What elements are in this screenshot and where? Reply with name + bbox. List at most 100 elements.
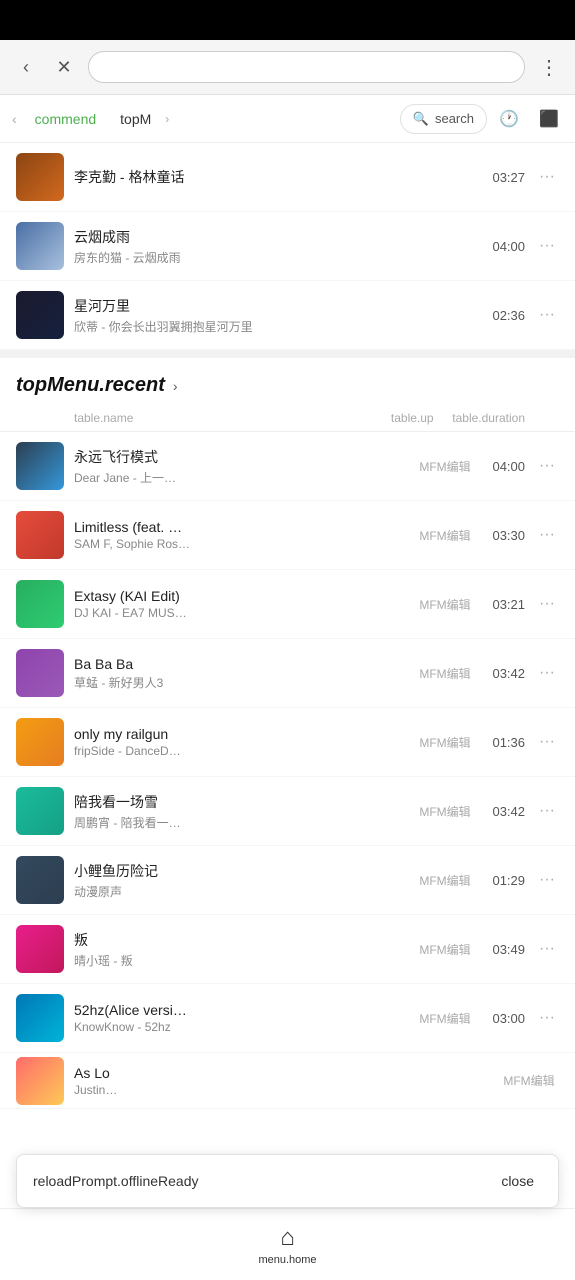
search-icon: 🔍 bbox=[413, 111, 429, 127]
recent-song-item[interactable]: 52hz(Alice versi… KnowKnow - 52hz MFM编辑 … bbox=[0, 984, 575, 1053]
recent-song-item[interactable]: 永远飞行模式 Dear Jane - 上一… MFM编辑 04:00 ··· bbox=[0, 432, 575, 501]
song-info: Extasy (KAI Edit) DJ KAI - EA7 MUS… bbox=[74, 588, 405, 620]
section-divider bbox=[0, 350, 575, 358]
tab-chevron-left: ‹ bbox=[8, 111, 21, 127]
song-info: 小鲤鱼历险记 动漫原声 bbox=[74, 861, 405, 900]
top-song-item[interactable]: 云烟成雨 房东的猫 - 云烟成雨 04:00 ··· bbox=[0, 212, 575, 281]
recent-song-item[interactable]: 小鲤鱼历险记 动漫原声 MFM编辑 01:29 ··· bbox=[0, 846, 575, 915]
song-artist: KnowKnow - 52hz bbox=[74, 1020, 405, 1034]
song-thumbnail bbox=[16, 856, 64, 904]
song-title: Limitless (feat. … bbox=[74, 519, 405, 535]
song-more-button[interactable]: ··· bbox=[535, 733, 559, 751]
song-info: Ba Ba Ba 草蜢 - 新好男人3 bbox=[74, 656, 405, 691]
song-thumbnail bbox=[16, 718, 64, 766]
recent-header: topMenu.recent › bbox=[0, 358, 575, 405]
browser-chrome: ‹ ✕ bbox=[0, 40, 575, 95]
recent-song-item[interactable]: Limitless (feat. … SAM F, Sophie Ros… MF… bbox=[0, 501, 575, 570]
recent-song-item[interactable]: only my railgun fripSide - DanceD… MFM编辑… bbox=[0, 708, 575, 777]
song-uploader: MFM编辑 bbox=[415, 803, 475, 820]
top-songs-section: 李克勤 - 格林童话 03:27 ··· 云烟成雨 房东的猫 - 云烟成雨 04… bbox=[0, 143, 575, 350]
recent-arrow[interactable]: › bbox=[173, 378, 178, 394]
song-title: 叛 bbox=[74, 930, 405, 950]
top-song-item[interactable]: 李克勤 - 格林童话 03:27 ··· bbox=[0, 143, 575, 212]
song-duration: 02:36 bbox=[485, 308, 525, 323]
song-more-button[interactable]: ··· bbox=[535, 237, 559, 255]
recent-song-item[interactable]: 叛 晴小瑶 - 叛 MFM编辑 03:49 ··· bbox=[0, 915, 575, 984]
song-more-button[interactable]: ··· bbox=[535, 871, 559, 889]
song-thumbnail bbox=[16, 580, 64, 628]
song-info: 叛 晴小瑶 - 叛 bbox=[74, 930, 405, 969]
song-thumbnail bbox=[16, 994, 64, 1042]
recent-song-item[interactable]: Extasy (KAI Edit) DJ KAI - EA7 MUS… MFM编… bbox=[0, 570, 575, 639]
song-title: Ba Ba Ba bbox=[74, 656, 405, 672]
song-title: 陪我看一场雪 bbox=[74, 792, 405, 812]
table-header: table.name table.up table.duration bbox=[0, 405, 575, 432]
song-duration: 01:29 bbox=[485, 873, 525, 888]
song-title: 星河万里 bbox=[74, 296, 475, 316]
song-uploader: MFM编辑 bbox=[499, 1072, 559, 1089]
song-info: Limitless (feat. … SAM F, Sophie Ros… bbox=[74, 519, 405, 551]
offline-toast: reloadPrompt.offlineReady close bbox=[16, 1154, 559, 1208]
tab-bar: ‹ commend topM › 🔍 search 🕐 ⬛ bbox=[0, 95, 575, 143]
history-icon-button[interactable]: 🕐 bbox=[491, 101, 527, 137]
back-button[interactable]: ‹ bbox=[12, 53, 40, 81]
th-duration: table.duration bbox=[452, 411, 525, 425]
song-artist: fripSide - DanceD… bbox=[74, 744, 405, 758]
song-uploader: MFM编辑 bbox=[415, 734, 475, 751]
song-uploader: MFM编辑 bbox=[415, 941, 475, 958]
recent-song-item[interactable]: As Lo Justin… MFM编辑 bbox=[0, 1053, 575, 1109]
song-artist: 周鹏宵 - 陪我看一… bbox=[74, 814, 405, 831]
browser-menu-button[interactable] bbox=[535, 53, 563, 81]
top-song-item[interactable]: 星河万里 欣蒂 - 你会长出羽翼拥抱星河万里 02:36 ··· bbox=[0, 281, 575, 350]
tab-arrow-right: › bbox=[165, 112, 169, 126]
home-label: menu.home bbox=[258, 1254, 316, 1266]
home-icon: ⌂ bbox=[280, 1224, 295, 1252]
song-more-button[interactable]: ··· bbox=[535, 802, 559, 820]
song-thumbnail bbox=[16, 222, 64, 270]
toast-close-button[interactable]: close bbox=[493, 1169, 542, 1193]
recent-song-item[interactable]: 陪我看一场雪 周鹏宵 - 陪我看一… MFM编辑 03:42 ··· bbox=[0, 777, 575, 846]
bottom-bar: ⌂ menu.home bbox=[0, 1208, 575, 1280]
song-duration: 04:00 bbox=[485, 239, 525, 254]
tab-topm[interactable]: topM bbox=[110, 105, 161, 133]
song-thumbnail bbox=[16, 511, 64, 559]
song-title: only my railgun bbox=[74, 726, 405, 742]
song-more-button[interactable]: ··· bbox=[535, 168, 559, 186]
song-duration: 03:30 bbox=[485, 528, 525, 543]
song-thumbnail bbox=[16, 442, 64, 490]
song-more-button[interactable]: ··· bbox=[535, 664, 559, 682]
url-bar[interactable] bbox=[88, 51, 525, 83]
song-artist: 欣蒂 - 你会长出羽翼拥抱星河万里 bbox=[74, 318, 475, 335]
song-uploader: MFM编辑 bbox=[415, 872, 475, 889]
song-info: 永远飞行模式 Dear Jane - 上一… bbox=[74, 447, 405, 486]
th-up: table.up bbox=[382, 411, 442, 425]
song-more-button[interactable]: ··· bbox=[535, 1009, 559, 1027]
recent-song-item[interactable]: Ba Ba Ba 草蜢 - 新好男人3 MFM编辑 03:42 ··· bbox=[0, 639, 575, 708]
tab-commend[interactable]: commend bbox=[25, 105, 106, 133]
song-uploader: MFM编辑 bbox=[415, 596, 475, 613]
song-duration: 01:36 bbox=[485, 735, 525, 750]
song-thumbnail bbox=[16, 925, 64, 973]
song-more-button[interactable]: ··· bbox=[535, 595, 559, 613]
song-artist: DJ KAI - EA7 MUS… bbox=[74, 606, 405, 620]
song-more-button[interactable]: ··· bbox=[535, 526, 559, 544]
song-info: As Lo Justin… bbox=[74, 1065, 489, 1097]
song-artist: Dear Jane - 上一… bbox=[74, 469, 405, 486]
recent-section: topMenu.recent › table.name table.up tab… bbox=[0, 358, 575, 1109]
close-button[interactable]: ✕ bbox=[50, 53, 78, 81]
layout-icon-button[interactable]: ⬛ bbox=[531, 101, 567, 137]
status-bar bbox=[0, 0, 575, 40]
song-title: 永远飞行模式 bbox=[74, 447, 405, 467]
song-more-button[interactable]: ··· bbox=[535, 306, 559, 324]
search-label: search bbox=[435, 111, 474, 126]
song-duration: 04:00 bbox=[485, 459, 525, 474]
song-duration: 03:42 bbox=[485, 666, 525, 681]
song-thumbnail bbox=[16, 1057, 64, 1105]
home-button[interactable]: ⌂ menu.home bbox=[258, 1224, 316, 1266]
song-more-button[interactable]: ··· bbox=[535, 940, 559, 958]
search-button[interactable]: 🔍 search bbox=[400, 104, 487, 134]
song-more-button[interactable]: ··· bbox=[535, 457, 559, 475]
song-artist: 动漫原声 bbox=[74, 883, 405, 900]
th-name: table.name bbox=[74, 411, 372, 425]
song-info: 陪我看一场雪 周鹏宵 - 陪我看一… bbox=[74, 792, 405, 831]
